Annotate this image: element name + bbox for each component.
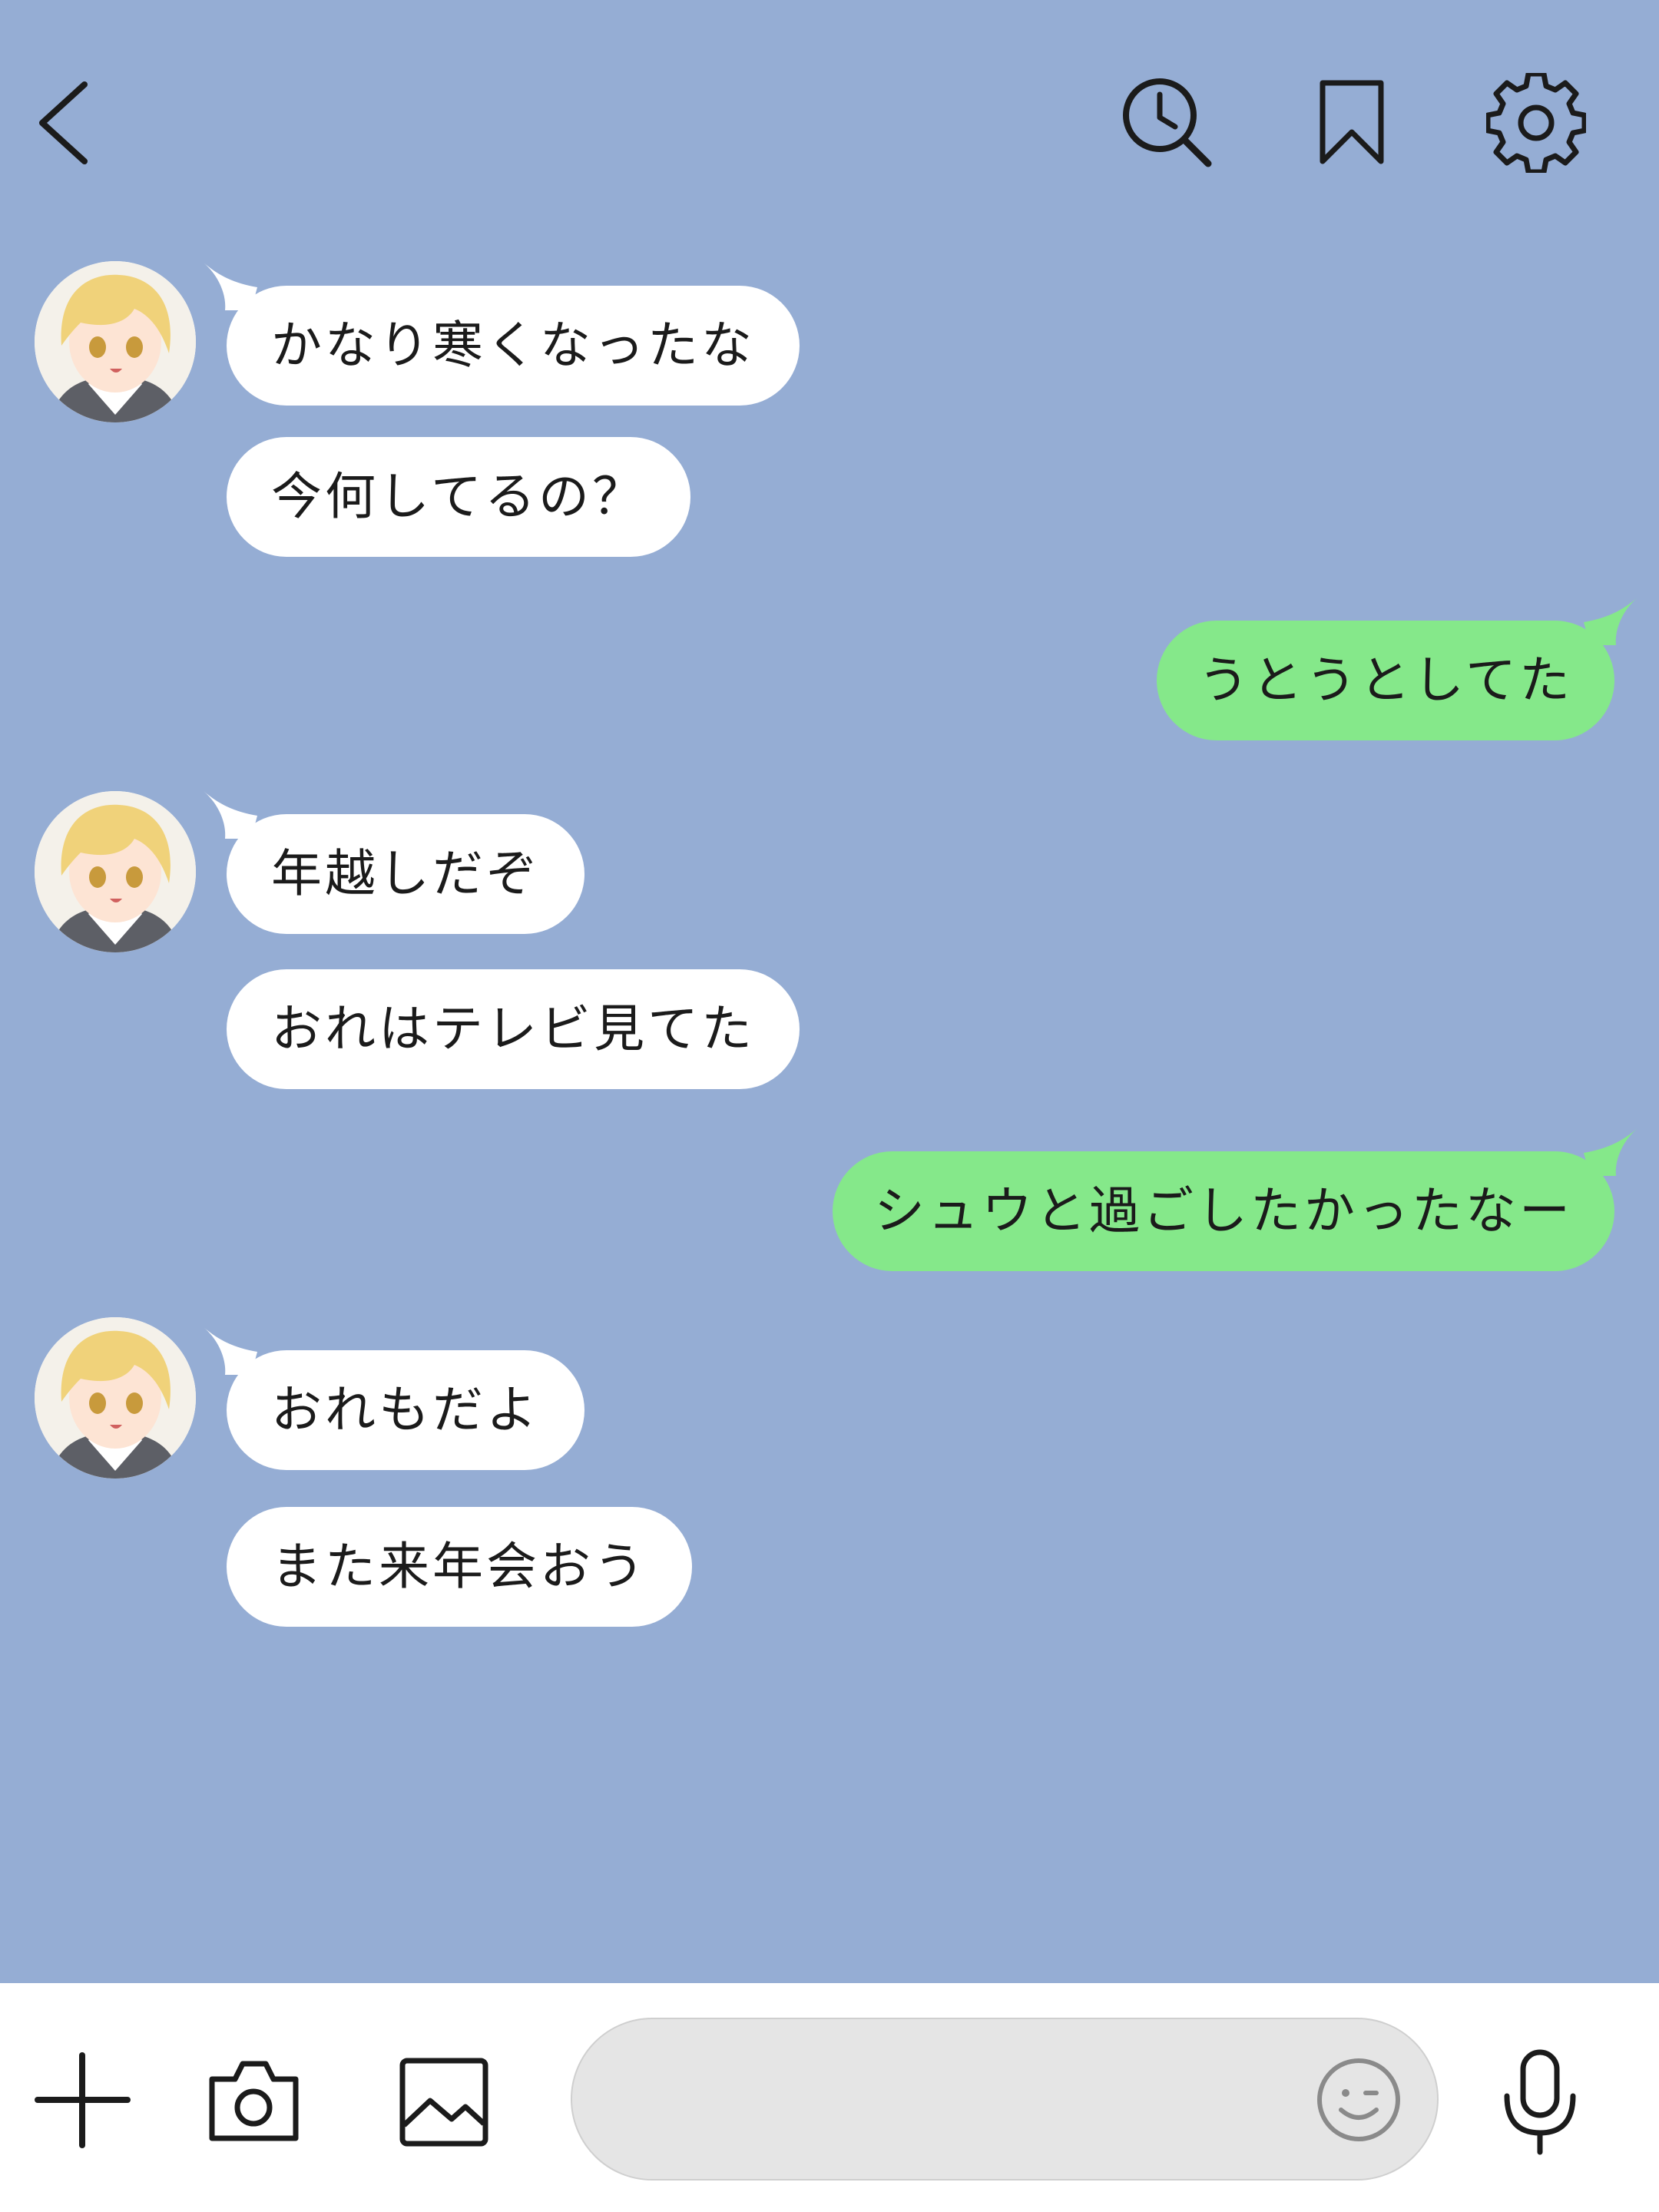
bubble-tail bbox=[204, 263, 257, 310]
message-text: おれもだよ bbox=[271, 1380, 540, 1439]
message-text: うとうとしてた bbox=[1197, 651, 1573, 710]
plus-icon[interactable] bbox=[35, 2052, 131, 2148]
incoming-message[interactable]: 今何してるの？ bbox=[227, 437, 691, 557]
message-text: 年越しだぞ bbox=[271, 844, 540, 903]
input-bar bbox=[0, 1983, 1659, 2212]
message-list[interactable]: かなり寒くなったな 今何してるの？ うとうとしてた 年越しだぞ おれはテレビ見て… bbox=[0, 0, 1659, 1983]
avatar-image bbox=[35, 791, 196, 952]
camera-icon[interactable] bbox=[206, 2056, 302, 2144]
microphone-icon[interactable] bbox=[1498, 2048, 1582, 2156]
message-text: 今何してるの？ bbox=[271, 467, 647, 526]
message-text: おれはテレビ見てた bbox=[271, 999, 755, 1058]
outgoing-message[interactable]: シュウと過ごしたかったなー bbox=[833, 1128, 1637, 1271]
incoming-message[interactable]: また来年会おう bbox=[227, 1507, 692, 1627]
image-icon[interactable] bbox=[398, 2056, 490, 2148]
outgoing-message[interactable]: うとうとしてた bbox=[1156, 598, 1637, 740]
incoming-message[interactable]: 年越しだぞ bbox=[204, 791, 584, 934]
incoming-message[interactable]: おれもだよ bbox=[204, 1327, 584, 1470]
message-text: かなり寒くなったな bbox=[271, 316, 755, 375]
emoji-icon[interactable] bbox=[1315, 2056, 1403, 2144]
bubble-tail bbox=[204, 791, 257, 839]
bubble-tail bbox=[1584, 598, 1637, 645]
avatar[interactable] bbox=[35, 261, 196, 422]
avatar[interactable] bbox=[35, 791, 196, 952]
message-text: また来年会おう bbox=[271, 1537, 647, 1596]
incoming-message[interactable]: かなり寒くなったな bbox=[204, 263, 800, 406]
incoming-message[interactable]: おれはテレビ見てた bbox=[227, 969, 800, 1089]
bubble-tail bbox=[1584, 1128, 1637, 1176]
message-text: シュウと過ごしたかったなー bbox=[874, 1181, 1573, 1240]
avatar-image bbox=[35, 261, 196, 422]
avatar[interactable] bbox=[35, 1317, 196, 1479]
message-input[interactable] bbox=[571, 2018, 1439, 2181]
bubble-tail bbox=[204, 1327, 257, 1375]
avatar-image bbox=[35, 1317, 196, 1479]
